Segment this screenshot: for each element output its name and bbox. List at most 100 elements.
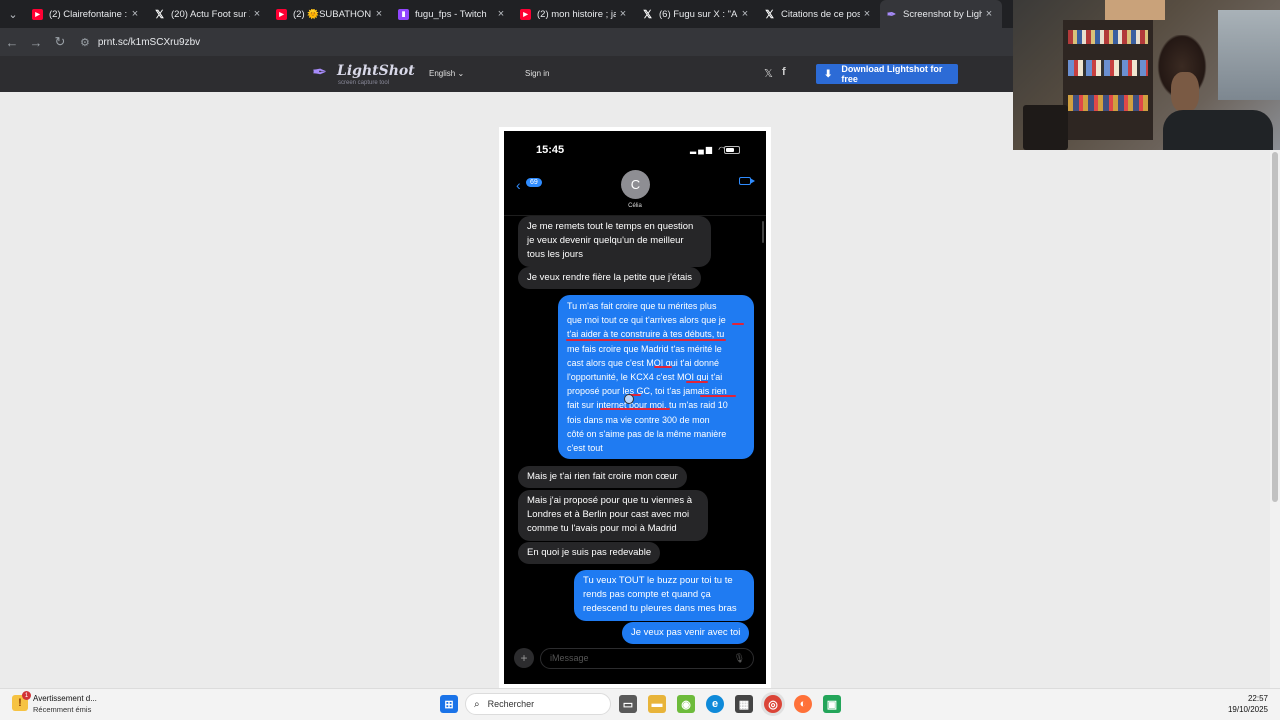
- task-view-icon[interactable]: ▭: [619, 695, 637, 713]
- url-field[interactable]: ⚙ prnt.sc/k1mSCXru9zbv: [80, 36, 200, 49]
- compose-placeholder: iMessage: [550, 653, 589, 663]
- battery-icon: [724, 146, 740, 154]
- tab-close-icon[interactable]: ×: [250, 8, 264, 20]
- tab-strip: ⌄ ▶(2) Clairefontaine : l'e× 𝕏(20) Actu …: [0, 0, 1014, 28]
- twitter-icon[interactable]: 𝕏: [764, 67, 773, 80]
- tab-2[interactable]: ▶ (2) 🌞SUBATHON V3×: [270, 0, 392, 28]
- message-line: Tu m'as fait croire que tu mérites plus: [567, 301, 717, 311]
- tab-4[interactable]: ▶ (2) mon histoire ; jalo×: [514, 0, 636, 28]
- download-button[interactable]: ⬇ Download Lightshot for free: [816, 64, 958, 84]
- message-line: redescend tu pleures dans mes bras: [583, 603, 737, 615]
- lightshot-logo[interactable]: ✒ LightShot screen capture tool: [312, 60, 422, 90]
- logo-name: LightShot: [337, 63, 415, 79]
- lightshot-icon: ✒: [886, 8, 897, 21]
- search-icon: ⌕: [474, 698, 480, 710]
- tab-close-icon[interactable]: ×: [860, 8, 874, 20]
- red-underline-mark: [600, 408, 670, 410]
- message-received: Je me remets tout le temps en question j…: [518, 216, 711, 267]
- notification-badge: 1: [22, 691, 31, 700]
- clock-date: 19/10/2025: [1227, 705, 1268, 714]
- feather-icon: ✒: [312, 62, 328, 82]
- tab-close-icon[interactable]: ×: [372, 8, 386, 20]
- tab-close-icon[interactable]: ×: [738, 8, 752, 20]
- message-line: côté on s'aime pas de la même manière: [567, 428, 727, 439]
- message-line: Mais je t'ai rien fait croire mon cœur: [527, 471, 678, 482]
- message-sent: Je veux pas venir avec toi: [622, 622, 750, 645]
- message-sent: Tu m'as fait croire que tu mérites plus …: [558, 295, 754, 460]
- tab-0[interactable]: ▶ (2) Clairefontaine : l'e×: [26, 0, 148, 28]
- reload-icon[interactable]: ↻: [48, 28, 72, 56]
- webcam-overlay: [1013, 0, 1280, 150]
- notification-title: Avertissement d...: [33, 694, 97, 703]
- taskbar-search[interactable]: ⌕ Rechercher: [465, 693, 611, 715]
- tab-title: Screenshot by Lights: [903, 8, 982, 20]
- address-bar: ← → ↻ ⚙ prnt.sc/k1mSCXru9zbv: [0, 28, 1014, 56]
- youtube-icon: ▶: [520, 8, 531, 20]
- tab-6[interactable]: 𝕏 Citations de ce post ×: [758, 0, 880, 28]
- tab-title: (20) Actu Foot sur X :: [171, 8, 250, 20]
- tab-title: Citations de ce post: [781, 8, 860, 20]
- tab-search-chevron-icon[interactable]: ⌄: [0, 0, 26, 28]
- taskbar: [0, 688, 1280, 720]
- download-icon: ⬇: [824, 68, 833, 80]
- app-icon[interactable]: ▣: [823, 695, 841, 713]
- message-line: Mais j'ai proposé pour que tu viennes à: [527, 495, 692, 506]
- notification-subtitle: Récemment émis: [33, 705, 92, 714]
- message-line: Je veux pas venir avec toi: [631, 627, 741, 638]
- contact-name: Célia: [628, 203, 642, 209]
- microphone-icon: 🎙: [733, 653, 745, 663]
- firefox-icon[interactable]: ◐: [794, 695, 812, 713]
- tab-close-icon[interactable]: ×: [128, 8, 142, 20]
- tab-close-icon[interactable]: ×: [982, 8, 996, 20]
- screenshot-image: 15:45 ▂▄▆ ◠ ‹ 69 C Célia Je me remets to…: [504, 131, 766, 684]
- message-sent: Tu veux TOUT le buzz pour toi tu te rend…: [574, 570, 754, 621]
- chrome-icon[interactable]: ◎: [764, 695, 782, 713]
- language-selector[interactable]: English ⌄: [429, 69, 464, 78]
- tab-1[interactable]: 𝕏 (20) Actu Foot sur X :×: [148, 0, 270, 28]
- edge-icon[interactable]: e: [706, 695, 724, 713]
- tab-7-active[interactable]: ✒ Screenshot by Lights×: [880, 0, 1002, 28]
- tab-close-icon[interactable]: ×: [494, 8, 508, 20]
- tab-title: fugu_fps - Twitch: [415, 8, 487, 20]
- message-line: c'est tout: [567, 443, 603, 454]
- imessage-compose-field: iMessage 🎙: [540, 648, 754, 669]
- store-icon[interactable]: ▦: [735, 695, 753, 713]
- x-icon: 𝕏: [765, 8, 774, 21]
- logo-tagline: screen capture tool: [338, 80, 390, 86]
- search-placeholder: Rechercher: [487, 699, 535, 709]
- language-label: English: [429, 69, 456, 78]
- phone-time: 15:45: [536, 144, 565, 156]
- page-scrollbar-thumb[interactable]: [1272, 152, 1278, 502]
- tab-close-icon[interactable]: ×: [616, 8, 630, 20]
- youtube-icon: ▶: [276, 8, 287, 20]
- nvidia-icon[interactable]: ◉: [677, 695, 695, 713]
- message-line: fois dans ma vie contre 300 de mon: [567, 414, 710, 425]
- back-arrow-icon[interactable]: ←: [0, 28, 24, 56]
- message-received: Mais j'ai proposé pour que tu viennes à …: [518, 490, 708, 541]
- youtube-icon: ▶: [32, 8, 43, 20]
- message-line: comme tu l'avais pour moi à Madrid: [527, 523, 677, 535]
- file-explorer-icon[interactable]: ▬: [648, 695, 666, 713]
- red-underline-mark: [566, 339, 726, 341]
- chevron-left-icon: ‹: [516, 177, 521, 193]
- message-line: me fais croire que Madrid t'as mérité le: [567, 343, 722, 354]
- message-line: Londres et à Berlin pour cast avec moi: [527, 509, 690, 521]
- chevron-down-icon: ⌄: [457, 69, 465, 78]
- message-line: Tu veux TOUT le buzz pour toi tu te: [583, 575, 733, 586]
- signin-link[interactable]: Sign in: [525, 69, 549, 78]
- notification-widget[interactable]: ! 1 Avertissement d... Récemment émis: [12, 691, 132, 716]
- system-clock[interactable]: 22:57 19/10/2025: [1200, 693, 1268, 715]
- plus-icon: +: [514, 648, 534, 668]
- tab-5[interactable]: 𝕏 (6) Fugu sur X : "Aujo×: [636, 0, 758, 28]
- site-settings-icon[interactable]: ⚙: [80, 36, 90, 49]
- message-line: l'opportunité, le KCX4 c'est MOI qui t'a…: [567, 372, 723, 383]
- forward-arrow-icon[interactable]: →: [24, 28, 48, 56]
- windows-start-icon[interactable]: ⊞: [440, 695, 458, 713]
- facebook-icon[interactable]: f: [782, 66, 786, 78]
- twitch-icon: ▮: [398, 8, 409, 20]
- red-underline-mark: [700, 395, 736, 397]
- tab-3[interactable]: ▮ fugu_fps - Twitch ×: [392, 0, 514, 28]
- x-icon: 𝕏: [643, 8, 652, 21]
- red-underline-mark: [732, 323, 744, 325]
- tab-title: (2) Clairefontaine : l'e: [49, 8, 128, 20]
